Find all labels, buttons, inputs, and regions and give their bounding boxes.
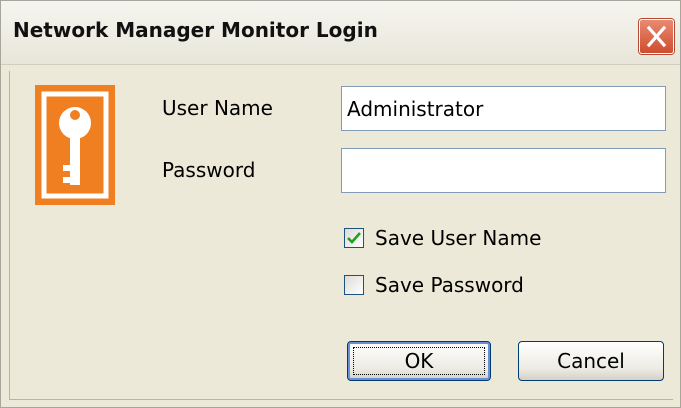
save-password-checkbox[interactable]	[344, 275, 364, 295]
ok-button[interactable]: OK	[347, 341, 491, 381]
cancel-button[interactable]: Cancel	[518, 341, 664, 381]
username-label: User Name	[162, 96, 273, 120]
save-password-label[interactable]: Save Password	[375, 273, 524, 297]
password-input[interactable]	[341, 148, 666, 193]
title-bar[interactable]: Network Manager Monitor Login	[1, 1, 680, 65]
window-title: Network Manager Monitor Login	[13, 18, 378, 42]
login-dialog: Network Manager Monitor Login User Name …	[0, 0, 681, 408]
username-input[interactable]	[341, 86, 666, 131]
save-username-checkbox[interactable]	[344, 228, 364, 248]
cancel-button-label: Cancel	[557, 349, 625, 373]
password-label: Password	[162, 158, 256, 182]
checkmark-icon	[347, 232, 361, 244]
focus-rect	[353, 347, 485, 375]
close-icon	[646, 25, 667, 48]
save-username-label[interactable]: Save User Name	[375, 226, 541, 250]
key-icon	[35, 85, 115, 205]
close-button[interactable]	[639, 19, 674, 54]
